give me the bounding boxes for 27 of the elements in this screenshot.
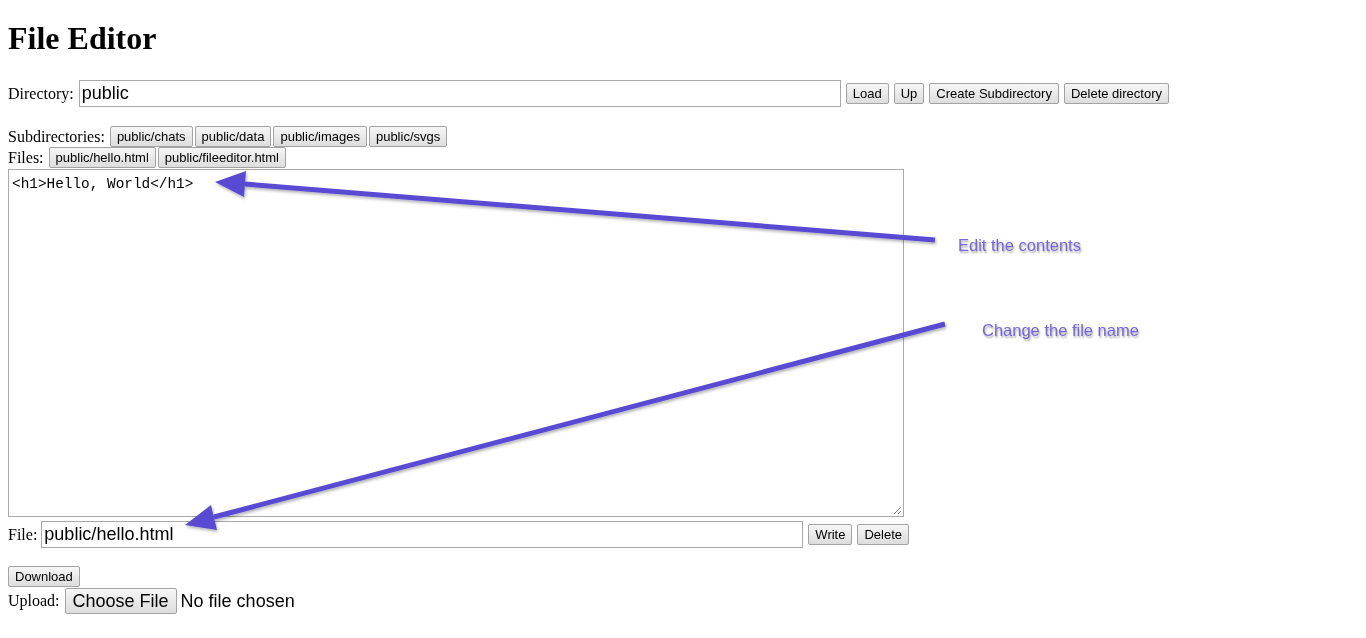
subdirectories-label: Subdirectories: bbox=[8, 127, 105, 146]
subdirectory-button[interactable]: public/svgs bbox=[368, 126, 448, 147]
subdirectory-button[interactable]: public/images bbox=[273, 126, 367, 147]
annotation-label: Change the file name bbox=[982, 321, 1139, 340]
file-action-button[interactable]: Write bbox=[808, 524, 853, 545]
directory-action-button[interactable]: Up bbox=[893, 83, 925, 104]
choose-file-button[interactable]: Choose File bbox=[64, 588, 177, 614]
page-title: File Editor bbox=[8, 20, 157, 57]
file-label: File: bbox=[8, 525, 38, 544]
annotation-label: Edit the contents bbox=[958, 236, 1081, 255]
subdirectory-button[interactable]: public/data bbox=[194, 126, 272, 147]
files-label: Files: bbox=[8, 148, 44, 167]
upload-status: No file chosen bbox=[180, 590, 295, 612]
directory-field[interactable]: public bbox=[78, 80, 841, 107]
upload-label: Upload: bbox=[8, 592, 60, 610]
file-name-field[interactable]: public/hello.html bbox=[41, 521, 804, 548]
file-button[interactable]: public/fileeditor.html bbox=[157, 147, 286, 168]
directory-action-button[interactable]: Create Subdirectory bbox=[929, 83, 1059, 104]
download-button[interactable]: Download bbox=[8, 566, 80, 587]
file-button[interactable]: public/hello.html bbox=[48, 147, 156, 168]
directory-action-button[interactable]: Delete directory bbox=[1063, 83, 1169, 104]
directory-action-button[interactable]: Load bbox=[845, 83, 889, 104]
code-editor[interactable]: <h1>Hello, World</h1> bbox=[8, 169, 904, 517]
subdirectory-button[interactable]: public/chats bbox=[109, 126, 193, 147]
resize-grip-icon[interactable] bbox=[893, 506, 902, 515]
directory-label: Directory: bbox=[8, 84, 74, 103]
file-action-button[interactable]: Delete bbox=[857, 524, 910, 545]
